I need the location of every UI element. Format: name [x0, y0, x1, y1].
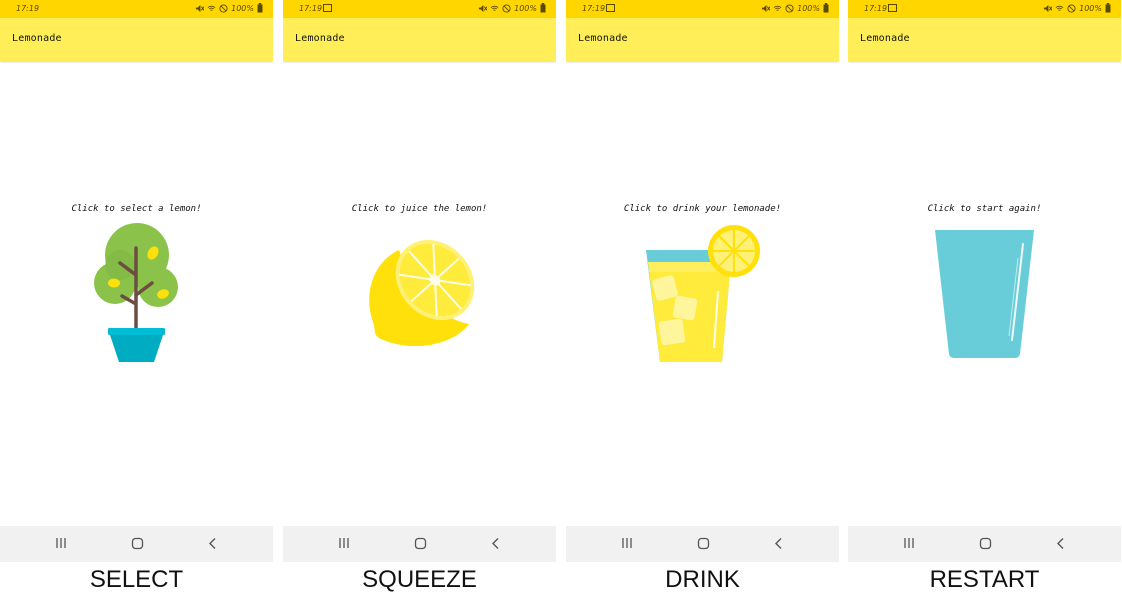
- wifi-icon: [490, 5, 499, 11]
- recents-icon[interactable]: [338, 537, 350, 549]
- status-bar: 17:19 100%: [848, 0, 1121, 18]
- recents-icon[interactable]: [621, 537, 633, 549]
- instruction-text: Click to select a lemon!: [71, 204, 202, 214]
- app-title: Lemonade: [578, 33, 628, 44]
- battery-icon: [257, 3, 263, 13]
- home-icon[interactable]: [131, 537, 144, 550]
- status-bar: 17:19 100%: [566, 0, 839, 18]
- home-icon[interactable]: [414, 537, 427, 550]
- dnd-icon: [219, 3, 228, 13]
- back-icon[interactable]: [207, 537, 219, 550]
- app-bar: Lemonade: [848, 18, 1121, 61]
- app-title: Lemonade: [860, 33, 910, 44]
- battery-percent: 100%: [231, 3, 254, 13]
- phone-screen-restart: 17:19 100% Lemonade Click to start again…: [848, 0, 1121, 562]
- nav-bar: [848, 526, 1121, 562]
- instruction-text: Click to start again!: [927, 204, 1042, 214]
- caption-squeeze: SQUEEZE: [362, 566, 477, 593]
- battery-percent: 100%: [514, 3, 537, 13]
- instruction-text: Click to drink your lemonade!: [623, 204, 782, 214]
- battery-icon: [1105, 3, 1111, 13]
- dnd-icon: [785, 3, 794, 13]
- recents-icon[interactable]: [55, 537, 67, 549]
- back-icon[interactable]: [490, 537, 502, 550]
- battery-percent: 100%: [1079, 3, 1102, 13]
- caption-drink: DRINK: [665, 566, 740, 593]
- caption-restart: RESTART: [929, 566, 1040, 593]
- status-bar: 17:19 100%: [283, 0, 556, 18]
- app-bar: Lemonade: [566, 18, 839, 61]
- nav-bar: [566, 526, 839, 562]
- empty-glass-button[interactable]: [932, 228, 1037, 360]
- home-icon[interactable]: [979, 537, 992, 550]
- app-title: Lemonade: [12, 33, 62, 44]
- back-icon[interactable]: [1055, 537, 1067, 550]
- status-time: 17:19: [864, 4, 888, 13]
- status-bar: 17:19 100%: [0, 0, 273, 18]
- app-bar: Lemonade: [0, 18, 273, 61]
- status-mute-icon: [196, 4, 205, 12]
- wifi-icon: [207, 5, 216, 11]
- phone-screen-select: 17:19 100% Lemonade Click to select a le…: [0, 0, 273, 562]
- nav-bar: [0, 526, 273, 562]
- lemonade-glass-button[interactable]: [644, 222, 764, 367]
- home-icon[interactable]: [697, 537, 710, 550]
- gallery-notification-icon: [888, 4, 897, 12]
- recents-icon[interactable]: [903, 537, 915, 549]
- back-icon[interactable]: [773, 537, 785, 550]
- gallery-notification-icon: [323, 4, 332, 12]
- status-time: 17:19: [582, 4, 606, 13]
- status-mute-icon: [479, 4, 488, 12]
- status-mute-icon: [1044, 4, 1053, 12]
- battery-icon: [540, 3, 546, 13]
- gallery-notification-icon: [606, 4, 615, 12]
- app-title: Lemonade: [295, 33, 345, 44]
- lemon-half-button[interactable]: [361, 232, 481, 352]
- battery-percent: 100%: [797, 3, 820, 13]
- dnd-icon: [1067, 3, 1076, 13]
- app-bar: Lemonade: [283, 18, 556, 61]
- caption-select: SELECT: [89, 566, 184, 593]
- status-mute-icon: [762, 4, 771, 12]
- lemon-tree-button[interactable]: [80, 220, 195, 365]
- phone-screen-squeeze: 17:19 100% Lemonade Click to juice the l…: [283, 0, 556, 562]
- battery-icon: [823, 3, 829, 13]
- dnd-icon: [502, 3, 511, 13]
- phone-screen-drink: 17:19 100% Lemonade Click to drink your …: [566, 0, 839, 562]
- status-time: 17:19: [16, 4, 40, 13]
- nav-bar: [283, 526, 556, 562]
- instruction-text: Click to juice the lemon!: [351, 204, 488, 214]
- wifi-icon: [1055, 5, 1064, 11]
- status-time: 17:19: [299, 4, 323, 13]
- wifi-icon: [773, 5, 782, 11]
